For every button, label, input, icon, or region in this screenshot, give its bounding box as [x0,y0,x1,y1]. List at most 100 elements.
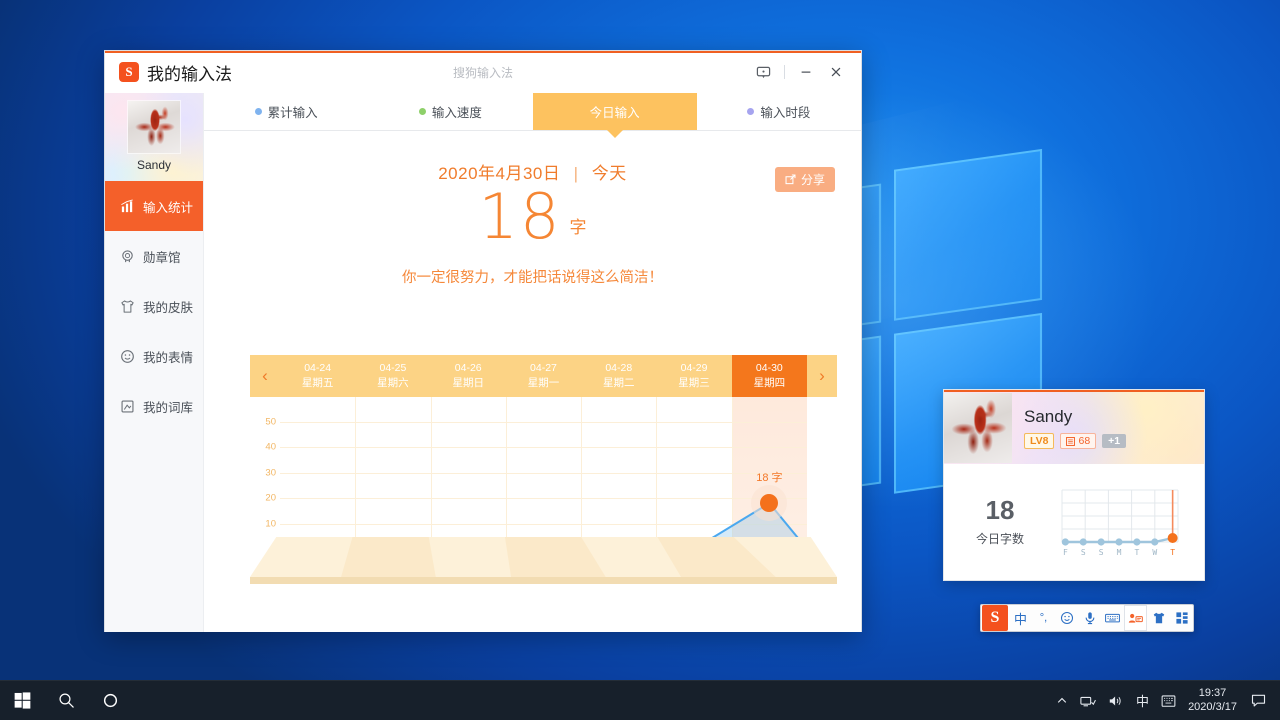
sidebar-item-input-stats[interactable]: 输入统计 [105,181,203,231]
ime-language-indicator[interactable]: 中 [1130,681,1155,720]
chart-bars-icon [119,198,135,214]
book-icon [119,398,135,414]
microphone-icon [1083,611,1097,625]
tab-label: 累计输入 [268,102,318,121]
sidebar-item-dictionary[interactable]: 我的词库 [105,381,203,431]
date-cell-weekday: 星期三 [678,376,710,391]
today-count-unit: 字 [569,213,586,238]
date-cell[interactable]: 04-29星期三 [656,355,731,397]
share-button[interactable]: 分享 [775,167,835,192]
mini-chart-x-label: M [1117,548,1122,557]
user-center-button[interactable] [1124,605,1147,631]
sidebar-item-emoji[interactable]: 我的表情 [105,331,203,381]
date-cell-date: 04-27 [530,361,557,376]
date-cell[interactable]: 04-24星期五 [280,355,355,397]
date-cell-weekday: 星期六 [377,376,409,391]
shirt-icon [119,298,135,314]
system-tray: 中 19:37 2020/3/17 [1050,681,1280,720]
skins-button[interactable] [1147,605,1170,631]
volume-icon[interactable] [1102,681,1130,720]
app-brand: S 我的输入法 [119,60,232,85]
language-mode-button[interactable]: 中 [1009,605,1032,631]
window-titlebar[interactable]: S 我的输入法 搜狗输入法 [105,51,861,93]
date-cell[interactable]: 04-26星期日 [431,355,506,397]
prev-week-button[interactable]: ‹ [250,355,280,397]
widget-badges: LV8 68 +1 [1024,433,1126,449]
mini-chart-x-label: S [1081,548,1086,557]
sidebar-item-skins[interactable]: 我的皮肤 [105,281,203,331]
notification-button[interactable] [1247,681,1276,720]
mini-chart-x-label: T [1170,548,1175,557]
tab-label: 输入速度 [432,102,482,121]
mini-chart-point [1151,538,1158,545]
more-badges-button[interactable]: +1 [1102,434,1126,448]
date-cell-weekday: 星期五 [302,376,334,391]
mini-chart-point [1133,538,1140,545]
tab-input-speed[interactable]: 输入速度 [368,93,532,130]
feedback-icon[interactable] [748,57,778,87]
date-cell-date: 04-25 [379,361,406,376]
tab-bar: 累计输入 输入速度 今日输入 输入时段 [204,93,861,131]
chart-plot-area: 0102030405018 字 [250,397,837,587]
date-cell[interactable]: 04-27星期一 [506,355,581,397]
sogou-logo-icon[interactable]: S [982,605,1008,631]
notification-icon [1251,693,1266,708]
chart-highlight-point[interactable] [760,494,778,512]
grid-icon [1175,611,1189,625]
punctuation-mode-button[interactable]: °, [1032,605,1055,631]
sogou-logo-icon: S [119,62,139,82]
medal-icon [119,248,135,264]
widget-profile-header: Sandy LV8 68 +1 [944,392,1204,464]
today-count-block: 18 字 [204,186,861,248]
widget-user-name: Sandy [1024,407,1126,427]
sogou-status-widget: Sandy LV8 68 +1 18 今日字数 FSSMTWT [943,389,1205,581]
soft-keyboard-button[interactable] [1101,605,1124,631]
start-button[interactable] [0,681,44,720]
sidebar-item-label: 我的词库 [143,397,193,416]
widget-avatar[interactable] [944,393,1012,463]
network-icon[interactable] [1074,681,1102,720]
chart-y-tick-label: 20 [250,493,276,504]
tab-cumulative-input[interactable]: 累计输入 [204,93,368,130]
cortana-button[interactable] [88,681,132,720]
level-badge[interactable]: LV8 [1024,433,1054,449]
today-relative: 今天 [592,164,627,183]
date-cell[interactable]: 04-28星期二 [581,355,656,397]
close-button[interactable] [821,57,851,87]
date-cell-weekday: 星期一 [528,376,560,391]
window-controls [748,57,861,87]
sidebar-item-medals[interactable]: 勋章馆 [105,231,203,281]
tab-today-input[interactable]: 今日输入 [533,93,697,130]
clock-date: 2020/3/17 [1188,701,1237,715]
toolbox-button[interactable] [1170,605,1193,631]
word-count-value: 68 [1078,435,1090,447]
chart-y-tick-label: 40 [250,442,276,453]
minimize-button[interactable] [791,57,821,87]
emoji-button[interactable] [1055,605,1078,631]
date-cell-weekday: 星期四 [754,376,786,391]
clock-time: 19:37 [1199,687,1227,701]
mini-chart-x-label: T [1134,548,1139,557]
control-divider [784,65,785,79]
date-cell[interactable]: 04-30星期四 [732,355,807,397]
next-week-button[interactable]: › [807,355,837,397]
date-cell-weekday: 星期二 [603,376,635,391]
sidebar-profile[interactable]: Sandy [105,93,203,181]
date-cell[interactable]: 04-25星期六 [355,355,430,397]
search-button[interactable] [44,681,88,720]
tab-dot [419,108,426,115]
tab-label: 今日输入 [590,102,640,121]
share-icon [785,174,796,185]
touch-keyboard-icon[interactable] [1155,681,1182,720]
date-cell-list: 04-24星期五04-25星期六04-26星期日04-27星期一04-28星期二… [280,355,807,397]
tray-chevron-button[interactable] [1050,681,1074,720]
sidebar-item-label: 输入统计 [143,197,193,216]
share-label: 分享 [801,171,825,188]
tab-input-period[interactable]: 输入时段 [697,93,861,130]
voice-input-button[interactable] [1078,605,1101,631]
date-cell-date: 04-26 [455,361,482,376]
clock[interactable]: 19:37 2020/3/17 [1182,681,1247,720]
date-cell-weekday: 星期日 [452,376,484,391]
sidebar-item-label: 我的皮肤 [143,297,193,316]
word-count-badge[interactable]: 68 [1060,433,1096,449]
